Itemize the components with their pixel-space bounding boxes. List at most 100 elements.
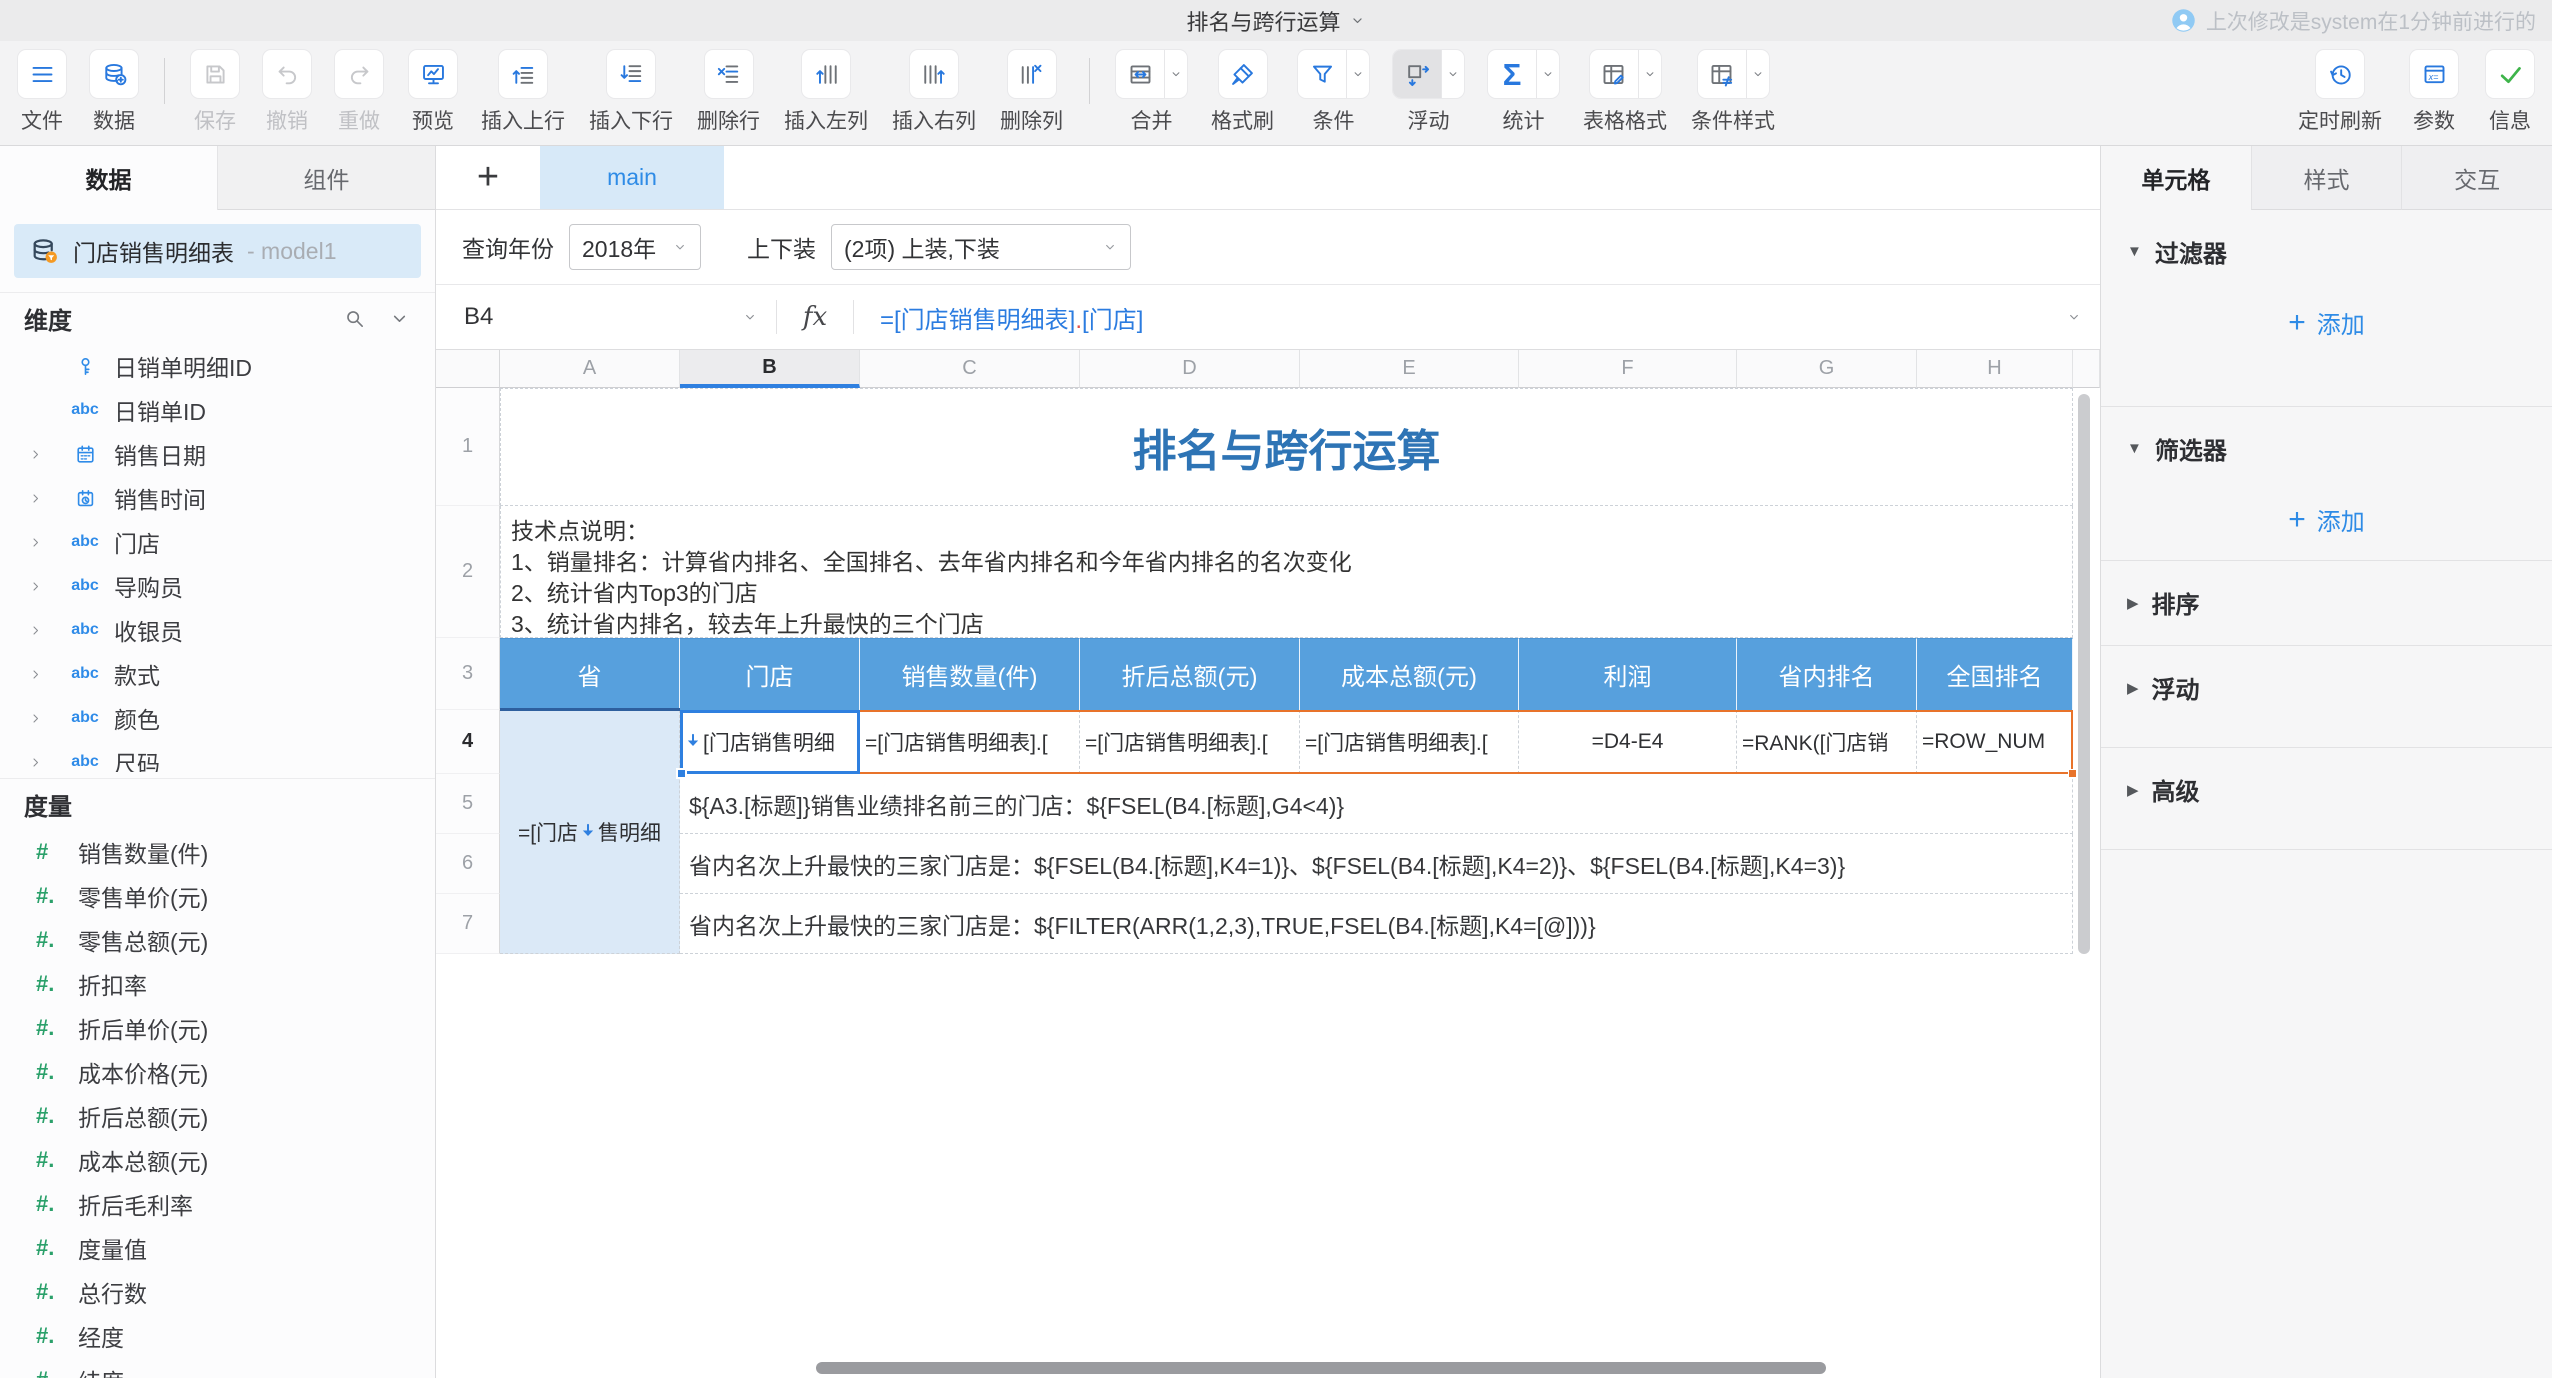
spreadsheet-grid[interactable]: A B C D E F G H 1 2 3 4 5 6 7 排名与跨行运算 技术点说明： 1、销量排名：计算省内排… — [436, 350, 2100, 1378]
formula-cell-F4[interactable]: =D4-E4 — [1519, 710, 1737, 774]
column-header-D[interactable]: D — [1080, 350, 1300, 388]
panel-tab-2[interactable]: 交互 — [2401, 146, 2552, 210]
insert-col-right-button[interactable]: 插入右列 — [892, 50, 976, 135]
column-header-F[interactable]: F — [1519, 350, 1737, 388]
menu-button[interactable]: 文件 — [18, 50, 66, 135]
expand-chevron-icon[interactable] — [28, 623, 64, 638]
add-sheet-button[interactable]: + — [436, 146, 540, 209]
dimension-item[interactable]: abc 颜色 — [0, 696, 435, 740]
table-header-cell-E3[interactable]: 成本总额(元) — [1300, 638, 1519, 710]
table-format-dropdown[interactable] — [1637, 50, 1661, 98]
column-header-C[interactable]: C — [860, 350, 1080, 388]
formula-cell-G4[interactable]: =RANK([门店销 — [1737, 710, 1917, 774]
dimension-item[interactable]: abc 日销单ID — [0, 388, 435, 432]
panel-section-header[interactable]: ▼ 筛选器 — [2127, 407, 2526, 466]
measure-item[interactable]: #. 折后总额(元) — [0, 1094, 435, 1138]
formula-input[interactable]: =[门店销售明细表].[门店] — [880, 300, 2100, 335]
measure-item[interactable]: #. 成本总额(元) — [0, 1138, 435, 1182]
dimension-item[interactable]: abc 门店 — [0, 520, 435, 564]
condition-button[interactable]: 条件 — [1298, 50, 1369, 135]
column-header-B[interactable]: B — [680, 350, 860, 388]
panel-tab-0[interactable]: 单元格 — [2101, 146, 2251, 210]
horizontal-scrollbar[interactable] — [816, 1362, 1826, 1374]
table-header-cell-B3[interactable]: 门店 — [680, 638, 860, 710]
query-year-select[interactable]: 2018年 — [569, 224, 701, 270]
dimension-item[interactable]: abc 尺码 — [0, 740, 435, 772]
insert-col-left-button[interactable]: 插入左列 — [784, 50, 868, 135]
measure-item[interactable]: #. 折扣率 — [0, 962, 435, 1006]
fx-icon[interactable]: fx — [777, 302, 853, 332]
add-button[interactable]: + 添加 — [2127, 305, 2526, 340]
panel-section-header[interactable]: ▶ 浮动 — [2127, 646, 2526, 705]
formula-cell-E4[interactable]: =[门店销售明细表].[ — [1300, 710, 1519, 774]
formula-row-5[interactable]: ${A3.[标题]}销售业绩排名前三的门店：${FSEL(B4.[标题],G4<… — [680, 774, 2073, 834]
expand-chevron-icon[interactable] — [28, 579, 64, 594]
row-header-6[interactable]: 6 — [436, 834, 500, 894]
expand-chevron-icon[interactable] — [28, 755, 64, 770]
measure-item[interactable]: #. 纬度 — [0, 1358, 435, 1378]
measure-item[interactable]: #. 折后单价(元) — [0, 1006, 435, 1050]
formula-cell-D4[interactable]: =[门店销售明细表].[ — [1080, 710, 1300, 774]
row-header-2[interactable]: 2 — [436, 506, 500, 638]
selected-cell-b4[interactable]: [门店销售明细 — [680, 710, 860, 774]
sigma-button[interactable]: Σ 统计 — [1488, 50, 1559, 135]
merged-province-cell-a4[interactable]: =[门店 售明细 — [500, 710, 680, 954]
row-header-4[interactable]: 4 — [436, 710, 500, 774]
dimension-item[interactable]: abc 款式 — [0, 652, 435, 696]
row-header-7[interactable]: 7 — [436, 894, 500, 954]
table-header-cell-A3[interactable]: 省 — [500, 638, 680, 710]
formula-row-6[interactable]: 省内名次上升最快的三家门店是：${FSEL(B4.[标题],K4=1)}、${F… — [680, 834, 2073, 894]
condition-style-button[interactable]: 条件样式 — [1691, 50, 1775, 135]
dimension-item[interactable]: 日销单明细ID — [0, 344, 435, 388]
database-button[interactable]: 数据 — [90, 50, 138, 135]
row-header-3[interactable]: 3 — [436, 638, 500, 710]
notes-cell[interactable]: 技术点说明： 1、销量排名：计算省内排名、全国排名、去年省内排名和今年省内排名的名… — [500, 506, 2073, 638]
measure-item[interactable]: #. 成本价格(元) — [0, 1050, 435, 1094]
panel-section-header[interactable]: ▶ 高级 — [2127, 748, 2526, 807]
float-button[interactable]: 浮动 — [1393, 50, 1464, 135]
document-title[interactable]: 排名与跨行运算 — [1186, 5, 1365, 37]
preview-button[interactable]: 预览 — [409, 50, 457, 135]
delete-row-button[interactable]: 删除行 — [697, 50, 760, 135]
params-button[interactable]: x= 参数 — [2410, 50, 2458, 135]
panel-section-header[interactable]: ▶ 排序 — [2127, 561, 2526, 620]
cell-reference-box[interactable]: B4 — [436, 303, 776, 331]
column-header-E[interactable]: E — [1300, 350, 1519, 388]
merge-dropdown[interactable] — [1164, 50, 1187, 98]
table-header-cell-H3[interactable]: 全国排名 — [1917, 638, 2073, 710]
dimension-item[interactable]: abc 导购员 — [0, 564, 435, 608]
merge-button[interactable]: 合并 — [1116, 50, 1187, 135]
sheet-tab-main[interactable]: main — [540, 146, 724, 209]
measure-item[interactable]: #. 度量值 — [0, 1226, 435, 1270]
formula-row-7[interactable]: 省内名次上升最快的三家门店是：${FILTER(ARR(1,2,3),TRUE,… — [680, 894, 2073, 954]
condition-style-dropdown[interactable] — [1745, 50, 1769, 98]
table-header-cell-G3[interactable]: 省内排名 — [1737, 638, 1917, 710]
search-icon[interactable] — [343, 307, 366, 330]
measure-item[interactable]: #. 总行数 — [0, 1270, 435, 1314]
vertical-scrollbar[interactable] — [2078, 394, 2090, 954]
table-header-cell-D3[interactable]: 折后总额(元) — [1080, 638, 1300, 710]
check-button[interactable]: 信息 — [2486, 50, 2534, 135]
table-header-cell-C3[interactable]: 销售数量(件) — [860, 638, 1080, 710]
measure-item[interactable]: #. 折后毛利率 — [0, 1182, 435, 1226]
query-clothing-select[interactable]: (2项) 上装,下装 — [831, 224, 1131, 270]
dataset-item[interactable]: 门店销售明细表 - model1 — [14, 224, 421, 278]
column-header-G[interactable]: G — [1737, 350, 1917, 388]
formula-cell-C4[interactable]: =[门店销售明细表].[ — [860, 710, 1080, 774]
sidebar-tab-components[interactable]: 组件 — [218, 146, 435, 210]
formula-cell-H4[interactable]: =ROW_NUM — [1917, 710, 2073, 774]
column-header-A[interactable]: A — [500, 350, 680, 388]
expand-chevron-icon[interactable] — [28, 535, 64, 550]
collapse-chevron-icon[interactable] — [388, 307, 411, 330]
float-dropdown[interactable] — [1441, 50, 1464, 98]
expand-chevron-icon[interactable] — [28, 711, 64, 726]
dimension-item[interactable]: 销售日期 — [0, 432, 435, 476]
row-header-1[interactable]: 1 — [436, 388, 500, 506]
dimension-item[interactable]: abc 收银员 — [0, 608, 435, 652]
condition-dropdown[interactable] — [1346, 50, 1369, 98]
sidebar-tab-data[interactable]: 数据 — [0, 146, 218, 210]
table-header-cell-F3[interactable]: 利润 — [1519, 638, 1737, 710]
formula-expand-chevron-icon[interactable] — [2066, 309, 2082, 325]
measure-item[interactable]: #. 零售单价(元) — [0, 874, 435, 918]
expand-chevron-icon[interactable] — [28, 447, 64, 462]
